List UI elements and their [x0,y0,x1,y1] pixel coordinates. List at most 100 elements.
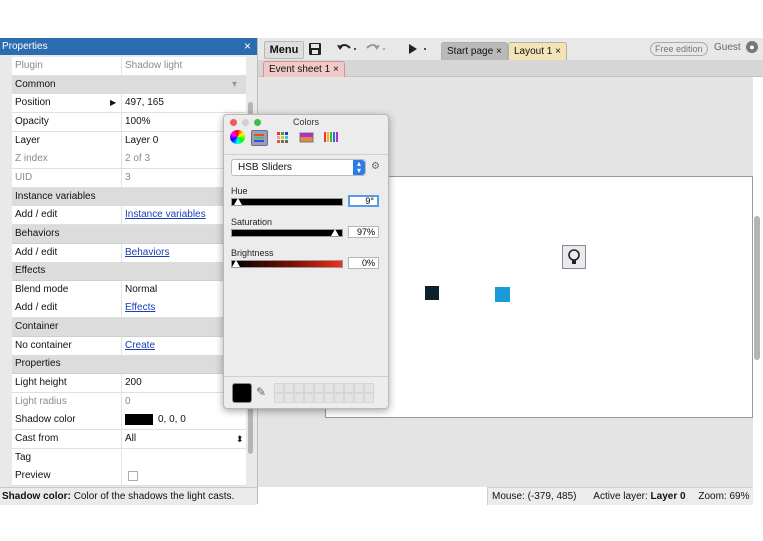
free-edition-badge[interactable]: Free edition [650,42,708,56]
undo-icon[interactable] [336,42,358,56]
status-bar: Mouse: (-379, 485) Active layer: Layer 0… [487,487,753,505]
brightness-slider[interactable] [231,260,343,268]
property-category[interactable]: Container [12,318,246,338]
layout-scrollbar[interactable] [754,216,760,360]
property-name: Position [15,97,51,109]
chevron-down-icon[interactable]: ▾ [232,76,237,94]
property-row[interactable]: Add / edit Behaviors [12,243,246,263]
saved-color-cell[interactable] [294,393,304,403]
property-row[interactable]: Plugin Shadow light [12,57,246,76]
property-row[interactable]: Position 497, 165 ▶ [12,94,246,114]
column-divider [121,392,122,411]
sprite-dark-object[interactable] [425,286,439,300]
column-divider [121,448,122,467]
close-icon[interactable]: × [555,46,561,57]
column-divider [121,430,122,448]
column-divider [121,467,122,486]
saturation-slider-thumb[interactable] [331,229,339,236]
close-icon[interactable]: × [333,64,339,75]
property-row[interactable]: No container Create [12,336,246,356]
saved-color-cell[interactable] [324,393,334,403]
slider-mode-select[interactable]: HSB Sliders ▴ ▾ [231,159,366,176]
saved-color-cell[interactable] [344,393,354,403]
property-row[interactable]: Add / edit Instance variables [12,206,246,226]
saved-color-cell[interactable] [314,383,324,393]
saved-color-cell[interactable] [334,393,344,403]
saved-color-cell[interactable] [294,383,304,393]
saturation-field[interactable] [348,226,379,238]
saved-color-cell[interactable] [364,383,374,393]
property-link[interactable]: Effects [125,299,155,317]
property-link[interactable]: Instance variables [125,206,206,224]
color-wheel-icon[interactable] [230,130,245,144]
property-row[interactable]: Tag [12,448,246,468]
property-row[interactable]: Blend mode Normal [12,280,246,300]
saved-color-cell[interactable] [354,383,364,393]
tab-layout-1[interactable]: Layout 1 × [508,42,567,60]
property-name: Cast from [15,433,59,444]
property-row[interactable]: Opacity 100% [12,112,246,132]
menu-button[interactable]: Menu [264,41,304,59]
property-row[interactable]: Preview [12,467,246,487]
saved-color-cell[interactable] [274,383,284,393]
redo-icon[interactable] [365,42,387,56]
property-row[interactable]: Light height 200 [12,374,246,394]
property-row[interactable]: Layer Layer 0 [12,131,246,151]
brightness-field[interactable] [348,257,379,269]
gear-icon[interactable]: ⚙ [371,161,380,172]
property-category[interactable]: Common ▾ [12,75,246,95]
layout-area[interactable] [325,176,753,418]
expand-arrow-icon[interactable]: ▶ [110,94,116,112]
saved-color-cell[interactable] [314,393,324,403]
hue-field[interactable] [348,195,379,207]
hue-slider-thumb[interactable] [234,198,242,205]
property-link[interactable]: Create [125,337,155,355]
property-row[interactable]: Light radius 0 [12,392,246,412]
crayons-icon[interactable] [323,130,338,144]
saved-color-cell[interactable] [324,383,334,393]
shadow-light-object[interactable] [562,245,586,269]
play-icon[interactable] [407,42,431,56]
property-row[interactable]: UID 3 [12,168,246,188]
color-swatch[interactable] [125,414,153,426]
property-category[interactable]: Effects [12,262,246,282]
property-row[interactable]: Shadow color 0, 0, 0 [12,411,246,431]
property-link[interactable]: Behaviors [125,244,169,262]
brightness-slider-thumb[interactable] [232,260,240,267]
tab-event-sheet[interactable]: Event sheet 1 × [263,61,345,77]
saved-color-cell[interactable] [364,393,374,403]
saved-color-cell[interactable] [304,393,314,403]
saved-color-cell[interactable] [284,383,294,393]
property-category[interactable]: Behaviors [12,224,246,244]
color-palettes-icon[interactable] [275,130,290,144]
property-row[interactable]: Cast from ⬍ All [12,430,246,449]
property-row[interactable]: Z index 2 of 3 [12,150,246,170]
image-palettes-icon[interactable] [299,130,314,144]
close-icon[interactable]: × [244,38,251,55]
saved-color-cell[interactable] [304,383,314,393]
property-value[interactable]: All [125,430,136,448]
sprite-blue-object[interactable] [495,287,510,302]
category-label: Effects [15,265,46,277]
saved-color-cell[interactable] [334,383,344,393]
eyedropper-icon[interactable]: ✎ [256,385,266,399]
close-icon[interactable]: × [496,46,502,57]
user-icon[interactable]: ● [746,41,758,53]
tab-start-page[interactable]: Start page × [441,42,508,60]
preview-checkbox[interactable] [128,470,138,481]
current-color-swatch[interactable] [232,383,252,403]
hue-slider[interactable] [231,198,343,206]
saved-color-cell[interactable] [354,393,364,403]
saved-color-cell[interactable] [284,393,294,403]
property-category[interactable]: Properties [12,355,246,375]
category-label: Behaviors [15,227,60,239]
chevron-up-down-icon[interactable]: ⬍ [236,430,244,448]
property-row[interactable]: Add / edit Effects [12,299,246,319]
property-category[interactable]: Instance variables [12,187,246,207]
saved-color-cell[interactable] [274,393,284,403]
property-value[interactable] [125,467,138,485]
save-icon[interactable] [308,42,322,56]
saturation-slider[interactable] [231,229,343,237]
saved-color-cell[interactable] [344,383,354,393]
color-sliders-icon[interactable] [251,130,268,146]
